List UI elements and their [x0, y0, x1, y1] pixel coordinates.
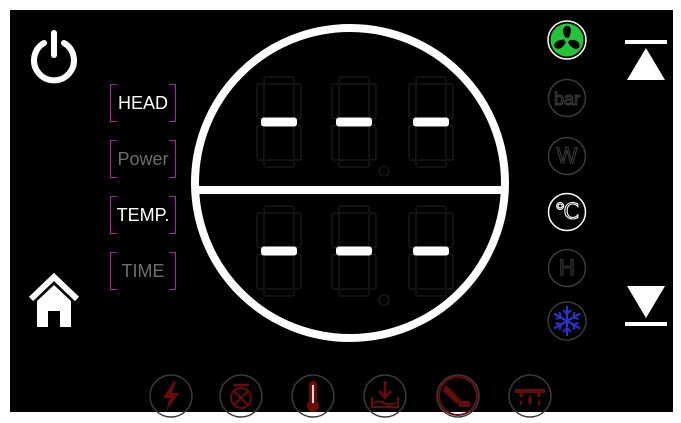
sensor-fault-icon	[436, 374, 480, 418]
lower-digit-3	[408, 205, 454, 297]
upper-digit-3	[408, 76, 454, 168]
lower-digit-1	[256, 205, 302, 297]
mode-temp-button[interactable]: TEMP.	[110, 196, 176, 234]
main-display	[191, 24, 509, 342]
mode-head-button[interactable]: HEAD	[110, 84, 176, 122]
mode-power-button[interactable]: Power	[110, 140, 176, 178]
power-icon[interactable]	[26, 29, 82, 85]
celsius-unit-icon: ℃	[547, 192, 587, 232]
bar-unit-icon: bar	[547, 78, 587, 118]
water-level-fault-icon	[363, 374, 407, 418]
mode-label: TEMP.	[116, 204, 170, 225]
snowflake-icon	[547, 301, 587, 341]
temperature-fault-icon	[291, 374, 335, 418]
upper-digit-1	[256, 76, 302, 168]
arrow-down-button[interactable]	[623, 282, 669, 328]
watt-unit-icon: W	[547, 136, 587, 176]
indicator-label: H	[559, 255, 575, 280]
fan-icon	[547, 20, 587, 60]
mode-label: TIME	[121, 260, 165, 281]
upper-decimal-point	[378, 165, 390, 177]
home-icon[interactable]	[29, 273, 79, 329]
mode-label: Power	[117, 148, 169, 169]
upper-digit-2	[331, 76, 377, 168]
pump-fault-icon	[219, 374, 263, 418]
hour-unit-icon: H	[547, 248, 587, 288]
indicator-label: bar	[554, 89, 580, 109]
indicator-label: ℃	[555, 199, 580, 224]
power-fault-icon	[149, 374, 193, 418]
controller-screen: HEAD Power TEMP. TIME bar W ℃ H	[10, 10, 673, 418]
indicator-label: W	[557, 143, 578, 168]
arrow-up-button[interactable]	[623, 38, 669, 84]
lower-decimal-point	[378, 294, 390, 306]
leak-fault-icon	[508, 374, 552, 418]
mode-label: HEAD	[117, 92, 168, 113]
mode-time-button[interactable]: TIME	[110, 252, 176, 290]
lower-digit-2	[331, 205, 377, 297]
